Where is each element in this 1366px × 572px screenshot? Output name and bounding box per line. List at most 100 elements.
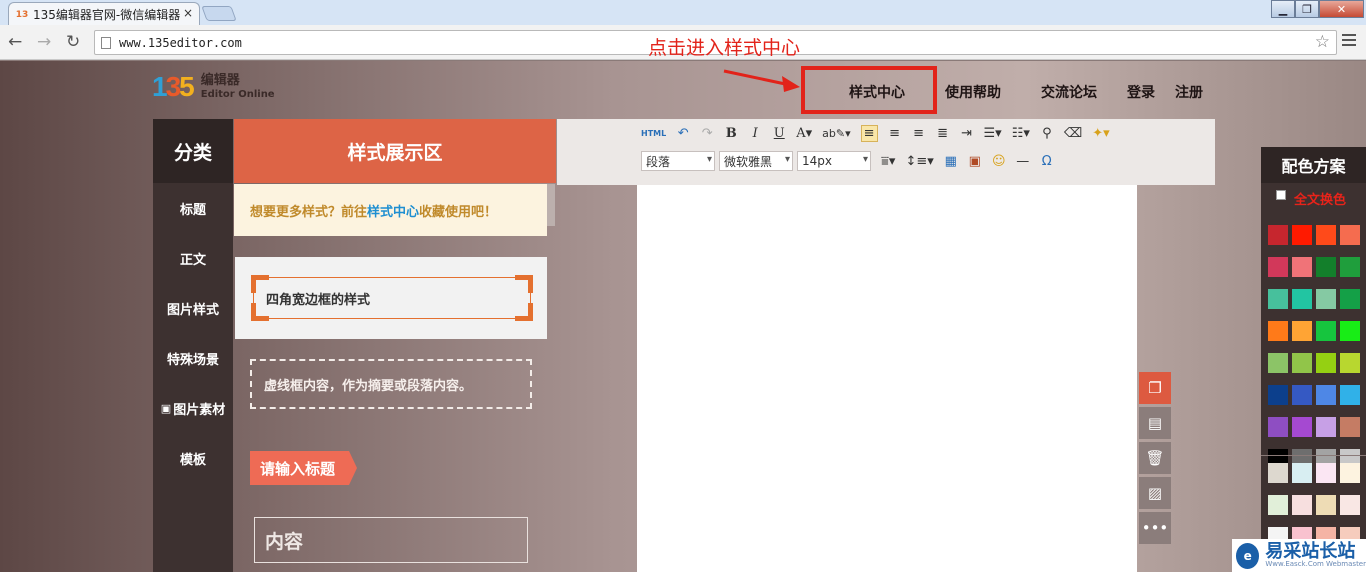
category-item-special-scene[interactable]: 特殊场景 <box>153 333 233 383</box>
bookmark-star-icon[interactable]: ☆ <box>1315 32 1330 52</box>
tab-close-icon[interactable]: × <box>183 6 193 20</box>
nav-style-center[interactable]: 样式中心 <box>849 82 905 102</box>
align-right-icon[interactable]: ≡ <box>912 126 926 141</box>
align-justify-icon[interactable]: ≣ <box>936 126 950 141</box>
window-close-button[interactable]: ✕ <box>1319 0 1364 18</box>
color-swatch[interactable] <box>1316 321 1336 341</box>
color-swatch[interactable] <box>1292 321 1312 341</box>
color-swatch[interactable] <box>1340 417 1360 437</box>
style-sample-title-tag[interactable]: 请输入标题 <box>250 451 358 485</box>
window-minimize-button[interactable]: ▁ <box>1271 0 1295 18</box>
color-swatch[interactable] <box>1268 495 1288 515</box>
category-item-image-material[interactable]: ▣ 图片素材 <box>153 383 233 433</box>
color-swatch[interactable] <box>1268 321 1288 341</box>
color-swatch[interactable] <box>1268 289 1288 309</box>
new-tab-button[interactable] <box>201 6 237 21</box>
style-sample-corner-frame[interactable]: 四角宽边框的样式 <box>235 257 547 339</box>
underline-icon[interactable]: U <box>772 126 786 141</box>
site-logo[interactable]: 135 编辑器 Editor Online <box>152 71 275 103</box>
redo-icon[interactable]: ↷ <box>700 126 714 141</box>
color-swatch[interactable] <box>1316 225 1336 245</box>
paragraph-select[interactable]: 段落 <box>641 151 715 171</box>
browser-menu-icon[interactable] <box>1342 34 1356 49</box>
find-replace-icon[interactable]: ⚲ <box>1040 126 1054 141</box>
color-swatch[interactable] <box>1292 385 1312 405</box>
window-maximize-button[interactable]: ❐ <box>1295 0 1319 18</box>
copy-icon[interactable]: ❐ <box>1139 372 1171 404</box>
category-item-body[interactable]: 正文 <box>153 233 233 283</box>
category-item-image-style[interactable]: 图片样式 <box>153 283 233 333</box>
style-sample-content-box[interactable]: 内容 <box>254 517 528 563</box>
color-swatch[interactable] <box>1316 417 1336 437</box>
color-swatch[interactable] <box>1340 289 1360 309</box>
color-swatch[interactable] <box>1292 225 1312 245</box>
color-swatch[interactable] <box>1292 495 1312 515</box>
color-swatch[interactable] <box>1340 385 1360 405</box>
font-color-icon[interactable]: A▾ <box>796 126 812 141</box>
color-swatch[interactable] <box>1292 463 1312 483</box>
unordered-list-icon[interactable]: ☰▾ <box>984 126 1002 141</box>
style-scrollbar[interactable] <box>547 184 555 226</box>
color-swatch[interactable] <box>1316 353 1336 373</box>
color-swatch[interactable] <box>1292 257 1312 277</box>
color-swatch[interactable] <box>1340 495 1360 515</box>
bold-icon[interactable]: B <box>724 126 738 141</box>
nav-help[interactable]: 使用帮助 <box>945 82 1001 102</box>
nav-login[interactable]: 登录 <box>1127 82 1155 102</box>
align-center-icon[interactable]: ≡ <box>888 126 902 141</box>
browser-tab[interactable]: 13 135编辑器官网-微信编辑器 × <box>8 2 200 26</box>
color-swatch[interactable] <box>1292 417 1312 437</box>
color-swatch[interactable] <box>1268 417 1288 437</box>
full-color-change-toggle[interactable]: 全文换色 <box>1261 183 1366 213</box>
trash-icon[interactable]: 🗑 <box>1139 442 1171 474</box>
table-icon[interactable]: ▦ <box>944 154 958 169</box>
reload-icon[interactable]: ↻ <box>66 32 80 52</box>
color-swatch[interactable] <box>1268 385 1288 405</box>
align-left-icon[interactable]: ≡ <box>860 125 878 142</box>
nav-forum[interactable]: 交流论坛 <box>1041 82 1097 102</box>
indent-icon[interactable]: ⇥ <box>960 126 974 141</box>
back-arrow-icon[interactable]: ← <box>8 32 22 52</box>
color-swatch[interactable] <box>1316 257 1336 277</box>
category-item-title[interactable]: 标题 <box>153 183 233 233</box>
ordered-list-icon[interactable]: ☷▾ <box>1012 126 1030 141</box>
color-swatch[interactable] <box>1340 321 1360 341</box>
color-swatch[interactable] <box>1316 463 1336 483</box>
html-source-button[interactable]: HTML <box>641 129 666 138</box>
color-swatch[interactable] <box>1268 225 1288 245</box>
color-swatch[interactable] <box>1292 289 1312 309</box>
font-family-select[interactable]: 微软雅黑 <box>719 151 793 171</box>
save-icon[interactable]: ▤ <box>1139 407 1171 439</box>
color-swatch[interactable] <box>1316 289 1336 309</box>
color-swatch[interactable] <box>1340 225 1360 245</box>
font-size-select[interactable]: 14px <box>797 151 871 171</box>
color-swatch[interactable] <box>1268 353 1288 373</box>
forward-arrow-icon[interactable]: → <box>37 32 51 52</box>
color-swatch[interactable] <box>1316 495 1336 515</box>
image-icon[interactable]: ▨ <box>1139 477 1171 509</box>
full-color-change-checkbox[interactable] <box>1276 190 1286 200</box>
color-swatch[interactable] <box>1340 257 1360 277</box>
editor-content-area[interactable] <box>637 185 1137 572</box>
highlight-color-icon[interactable]: ab✎▾ <box>822 127 850 140</box>
eraser-icon[interactable]: ⌫ <box>1064 126 1082 141</box>
nav-register[interactable]: 注册 <box>1175 82 1203 102</box>
more-icon[interactable]: ••• <box>1139 512 1171 544</box>
italic-icon[interactable]: I <box>748 126 762 141</box>
special-char-icon[interactable]: Ω <box>1040 154 1054 169</box>
row-spacing-icon[interactable]: ↕≡▾ <box>905 154 933 169</box>
color-swatch[interactable] <box>1316 385 1336 405</box>
horizontal-rule-icon[interactable]: — <box>1016 154 1030 169</box>
color-swatch[interactable] <box>1340 463 1360 483</box>
color-swatch[interactable] <box>1292 353 1312 373</box>
color-swatch[interactable] <box>1268 257 1288 277</box>
insert-image-icon[interactable]: ▣ <box>968 154 982 169</box>
category-item-template[interactable]: 模板 <box>153 433 233 483</box>
color-swatch[interactable] <box>1268 463 1288 483</box>
color-swatch[interactable] <box>1340 353 1360 373</box>
undo-icon[interactable]: ↶ <box>676 126 690 141</box>
line-spacing-icon[interactable]: ⩸▾ <box>881 154 895 169</box>
style-sample-dashed-box[interactable]: 虚线框内容，作为摘要或段落内容。 <box>250 359 532 409</box>
magic-format-icon[interactable]: ✦▾ <box>1092 126 1109 141</box>
emoji-icon[interactable]: ☺ <box>992 154 1006 169</box>
